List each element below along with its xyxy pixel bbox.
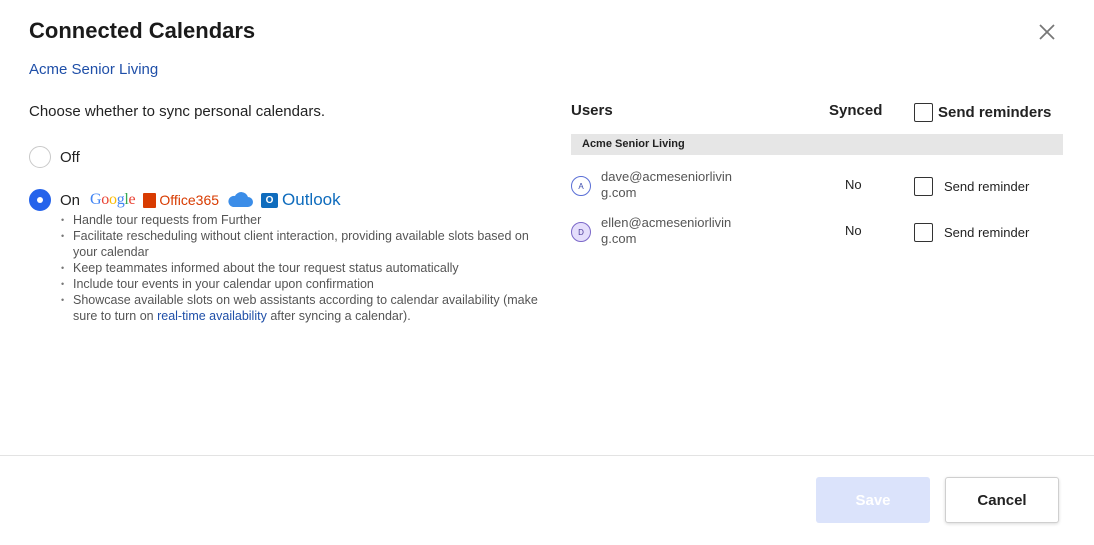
list-item: Facilitate rescheduling without client i… — [61, 228, 541, 260]
send-reminder-label: Send reminder — [944, 225, 1030, 240]
list-item: Keep teammates informed about the tour r… — [61, 260, 541, 276]
page-title: Connected Calendars — [29, 18, 256, 43]
cloud-icon — [228, 192, 254, 207]
close-icon[interactable] — [1036, 21, 1058, 43]
google-logo: Google — [90, 191, 136, 208]
radio-off[interactable] — [29, 146, 51, 168]
community-name: Acme Senior Living — [29, 61, 159, 78]
avatar: D — [571, 222, 591, 242]
synced-header: Synced — [829, 102, 883, 119]
send-reminders-label: Send reminders — [938, 104, 1052, 121]
list-item: Showcase available slots on web assistan… — [61, 292, 541, 324]
office365-label: Office365 — [159, 192, 220, 208]
group-name: Acme Senior Living — [582, 138, 685, 150]
send-reminder-option[interactable]: Send reminder — [914, 223, 1029, 242]
option-on-label: On — [60, 191, 81, 209]
outlook-label: Outlook — [282, 190, 341, 209]
synced-status: No — [845, 177, 862, 192]
user-email-line: ellen@acmeseniorlivin — [601, 215, 732, 230]
radio-on[interactable] — [29, 189, 51, 211]
select-all-reminders-checkbox[interactable] — [914, 103, 933, 122]
user-email-line: g.com — [601, 185, 637, 200]
send-reminders-header: Send reminders — [914, 103, 1051, 122]
user-email: dave@acmeseniorlivin g.com — [601, 169, 741, 201]
avatar: A — [571, 176, 591, 196]
option-on[interactable]: On Google Office365 O Outlook — [29, 189, 341, 211]
feature-list: Handle tour requests from Further Facili… — [61, 212, 541, 324]
group-header: Acme Senior Living — [571, 134, 1063, 155]
user-email-line: dave@acmeseniorlivin — [601, 169, 732, 184]
send-reminder-checkbox[interactable] — [914, 177, 933, 196]
send-reminder-option[interactable]: Send reminder — [914, 177, 1029, 196]
list-item: Include tour events in your calendar upo… — [61, 276, 541, 292]
sync-prompt: Choose whether to sync personal calendar… — [29, 103, 326, 120]
outlook-icon: O — [261, 192, 279, 208]
cancel-button[interactable]: Cancel — [945, 477, 1059, 523]
option-off-label: Off — [60, 148, 80, 166]
footer-divider — [0, 455, 1094, 456]
users-header: Users — [571, 102, 613, 119]
synced-status: No — [845, 223, 862, 238]
office-icon — [143, 192, 157, 208]
bullet-text: after syncing a calendar). — [266, 309, 411, 323]
list-item: Handle tour requests from Further — [61, 212, 541, 228]
send-reminder-label: Send reminder — [944, 179, 1030, 194]
save-button[interactable]: Save — [816, 477, 930, 523]
user-email-line: g.com — [601, 231, 637, 246]
outlook-logo: O Outlook — [261, 190, 341, 210]
user-email: ellen@acmeseniorlivin g.com — [601, 215, 741, 247]
provider-logos: Google Office365 O Outlook — [90, 190, 341, 210]
office365-logo: Office365 — [143, 192, 219, 208]
send-reminder-checkbox[interactable] — [914, 223, 933, 242]
option-off[interactable]: Off — [29, 146, 80, 168]
realtime-availability-link[interactable]: real-time availability — [157, 309, 267, 323]
